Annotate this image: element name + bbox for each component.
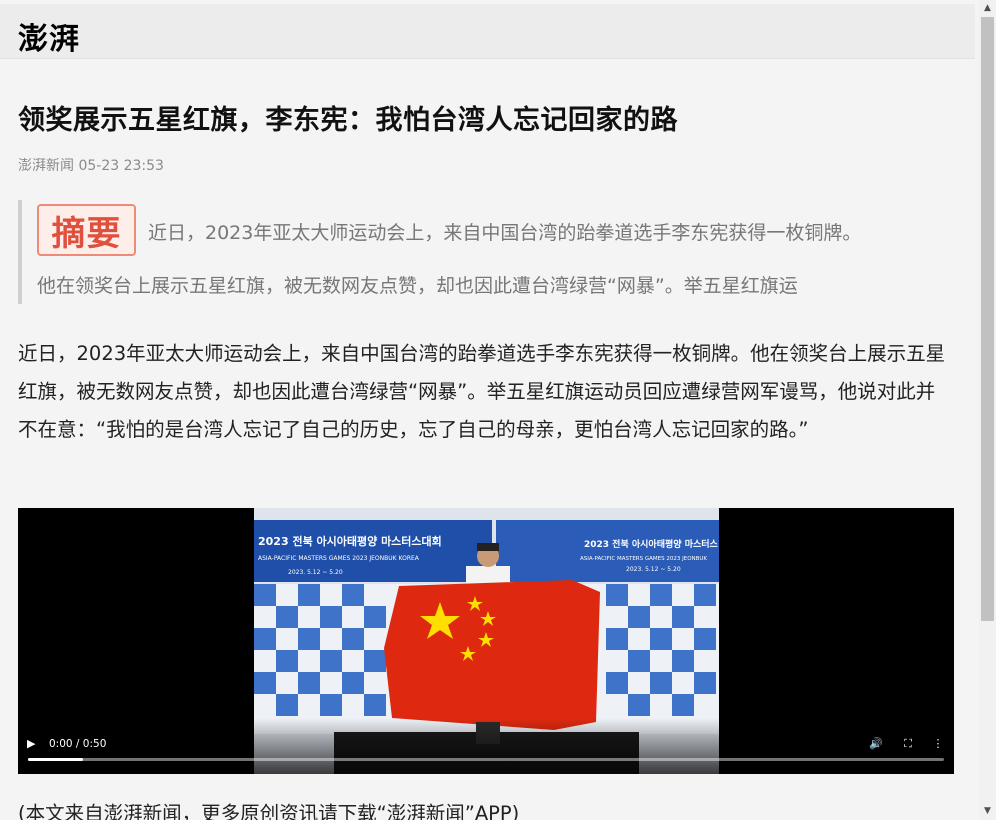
person-hair — [477, 543, 499, 551]
video-progress-fill — [28, 758, 83, 761]
article-title: 领奖展示五星红旗，李东宪：我怕台湾人忘记回家的路 — [18, 105, 678, 136]
vertical-scrollbar[interactable]: ▲ ▼ — [979, 0, 996, 820]
summary-line-2: 他在领奖台上展示五星红旗，被无数网友点赞，却也因此遭台湾绿营“网暴”。举五星红旗… — [37, 275, 798, 297]
source-note: (本文来自澎湃新闻，更多原创资讯请下载“澎湃新闻”APP) — [18, 802, 520, 820]
more-vertical-icon[interactable]: ⋮ — [930, 736, 946, 752]
banner-right-text: 2023 전북 아시아태평양 마스터스 — [584, 538, 719, 550]
article-page: 澎湃 领奖展示五星红旗，李东宪：我怕台湾人忘记回家的路 澎湃新闻 05-23 2… — [0, 4, 975, 820]
scroll-down-arrow-icon[interactable]: ▼ — [979, 803, 996, 820]
article-meta: 澎湃新闻 05-23 23:53 — [18, 158, 164, 174]
scrollbar-thumb[interactable] — [981, 17, 994, 621]
video-time: 0:00 / 0:50 — [49, 738, 107, 750]
scroll-up-arrow-icon[interactable]: ▲ — [979, 0, 996, 17]
site-logo[interactable]: 澎湃 — [18, 14, 80, 58]
banner-left-dates: 2023. 5.12 ~ 5.20 — [288, 569, 343, 576]
video-player[interactable]: 2023 전북 아시아태평양 마스터스대회 ASIA-PACIFIC MASTE… — [18, 508, 954, 774]
play-icon[interactable]: ▶ — [27, 736, 43, 752]
video-progress-bar[interactable] — [28, 758, 944, 761]
video-controls: ▶ 0:00 / 0:50 🔊 ⛶ ⋮ — [18, 718, 954, 774]
banner-right — [496, 520, 719, 582]
banner-right-dates: 2023. 5.12 ~ 5.20 — [626, 566, 681, 573]
article-body: 近日，2023年亚太大师运动会上，来自中国台湾的跆拳道选手李东宪获得一枚铜牌。他… — [18, 342, 946, 441]
summary-badge: 摘要 — [37, 204, 136, 256]
chinese-flag — [384, 580, 600, 730]
volume-icon[interactable]: 🔊 — [868, 736, 884, 752]
summary-box: 摘要 近日，2023年亚太大师运动会上，来自中国台湾的跆拳道选手李东宪获得一枚铜… — [18, 200, 958, 304]
site-header: 澎湃 — [0, 4, 975, 59]
summary-line-1: 近日，2023年亚太大师运动会上，来自中国台湾的跆拳道选手李东宪获得一枚铜牌。 — [148, 222, 862, 244]
banner-left-text: 2023 전북 아시아태평양 마스터스대회 — [258, 534, 442, 548]
banner-left-sub: ASIA-PACIFIC MASTERS GAMES 2023 JEONBUK … — [258, 555, 420, 562]
fullscreen-icon[interactable]: ⛶ — [900, 736, 916, 752]
banner-right-sub: ASIA-PACIFIC MASTERS GAMES 2023 JEONBUK — [580, 556, 707, 562]
